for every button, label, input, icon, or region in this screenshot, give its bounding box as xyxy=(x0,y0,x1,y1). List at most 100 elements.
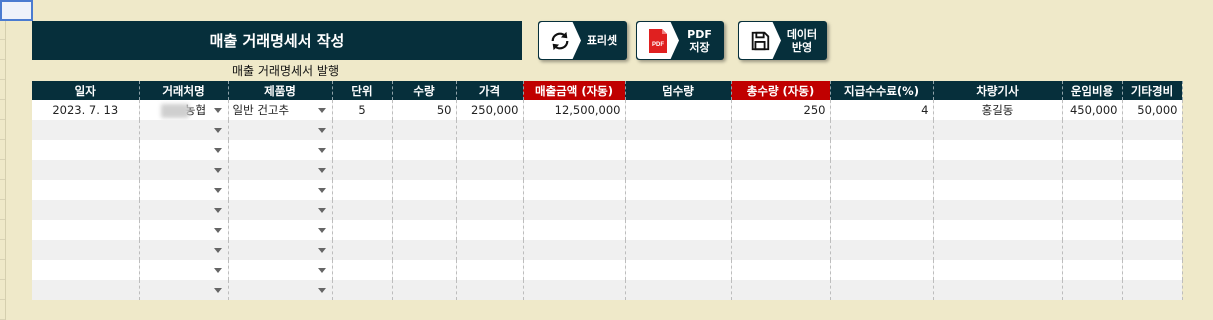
cell-client[interactable] xyxy=(139,280,229,300)
col-header-bonus-qty[interactable]: 덤수량 xyxy=(625,81,732,100)
cell-total-qty[interactable]: 250 xyxy=(731,100,831,120)
cell-freight[interactable] xyxy=(1062,280,1123,300)
cell-driver[interactable] xyxy=(933,220,1063,240)
cell-fee[interactable] xyxy=(830,280,934,300)
col-header-product[interactable]: 제품명 xyxy=(228,81,333,100)
cell-qty[interactable]: 50 xyxy=(392,100,457,120)
cell-bonus-qty[interactable] xyxy=(625,100,732,120)
cell-unit[interactable] xyxy=(332,180,393,200)
cell-qty[interactable] xyxy=(392,200,457,220)
col-header-other[interactable]: 기타경비 xyxy=(1122,81,1183,100)
cell-client[interactable] xyxy=(139,200,229,220)
cell-date[interactable] xyxy=(32,200,140,220)
cell-other[interactable] xyxy=(1122,160,1183,180)
cell-driver[interactable] xyxy=(933,160,1063,180)
cell-other[interactable] xyxy=(1122,260,1183,280)
cell-fee[interactable] xyxy=(830,140,934,160)
cell-freight[interactable] xyxy=(1062,200,1123,220)
col-header-freight[interactable]: 운임비용 xyxy=(1062,81,1123,100)
cell-qty[interactable] xyxy=(392,260,457,280)
cell-fee[interactable] xyxy=(830,220,934,240)
cell-unit[interactable] xyxy=(332,200,393,220)
col-header-client[interactable]: 거래처명 xyxy=(139,81,229,100)
cell-price[interactable] xyxy=(456,160,524,180)
cell-other[interactable]: 50,000 xyxy=(1122,100,1183,120)
cell-price[interactable] xyxy=(456,200,524,220)
cell-sales[interactable] xyxy=(523,200,626,220)
cell-date[interactable] xyxy=(32,120,140,140)
cell-driver[interactable] xyxy=(933,280,1063,300)
cell-bonus-qty[interactable] xyxy=(625,120,732,140)
cell-total-qty[interactable] xyxy=(731,260,831,280)
cell-freight[interactable] xyxy=(1062,120,1123,140)
cell-price[interactable]: 250,000 xyxy=(456,100,524,120)
cell-total-qty[interactable] xyxy=(731,220,831,240)
col-header-fee[interactable]: 지급수수료(%) xyxy=(830,81,934,100)
cell-unit[interactable] xyxy=(332,280,393,300)
cell-product[interactable] xyxy=(228,180,333,200)
cell-date[interactable] xyxy=(32,240,140,260)
reset-table-button[interactable]: 표리셋 xyxy=(538,21,627,60)
cell-product[interactable] xyxy=(228,120,333,140)
cell-qty[interactable] xyxy=(392,180,457,200)
cell-other[interactable] xyxy=(1122,240,1183,260)
cell-bonus-qty[interactable] xyxy=(625,280,732,300)
cell-unit[interactable] xyxy=(332,140,393,160)
cell-qty[interactable] xyxy=(392,220,457,240)
cell-driver[interactable]: 홍길동 xyxy=(933,100,1063,120)
cell-product[interactable] xyxy=(228,220,333,240)
selected-cell[interactable] xyxy=(0,0,33,21)
cell-sales[interactable] xyxy=(523,260,626,280)
cell-freight[interactable] xyxy=(1062,160,1123,180)
cell-fee[interactable] xyxy=(830,200,934,220)
cell-sales[interactable] xyxy=(523,220,626,240)
cell-product[interactable] xyxy=(228,140,333,160)
col-header-total-qty-auto[interactable]: 총수량 (자동) xyxy=(731,81,831,100)
cell-total-qty[interactable] xyxy=(731,160,831,180)
cell-price[interactable] xyxy=(456,140,524,160)
cell-qty[interactable] xyxy=(392,280,457,300)
cell-date[interactable] xyxy=(32,140,140,160)
cell-bonus-qty[interactable] xyxy=(625,160,732,180)
col-header-date[interactable]: 일자 xyxy=(32,81,140,100)
cell-product[interactable] xyxy=(228,160,333,180)
cell-total-qty[interactable] xyxy=(731,180,831,200)
cell-client[interactable] xyxy=(139,180,229,200)
cell-bonus-qty[interactable] xyxy=(625,200,732,220)
apply-data-button[interactable]: 데이터 반영 xyxy=(738,21,827,60)
col-header-price[interactable]: 가격 xyxy=(456,81,524,100)
cell-fee[interactable] xyxy=(830,160,934,180)
cell-sales[interactable] xyxy=(523,120,626,140)
cell-unit[interactable] xyxy=(332,120,393,140)
cell-unit[interactable] xyxy=(332,260,393,280)
cell-unit[interactable]: 5 xyxy=(332,100,393,120)
cell-price[interactable] xyxy=(456,220,524,240)
cell-freight[interactable] xyxy=(1062,180,1123,200)
cell-total-qty[interactable] xyxy=(731,120,831,140)
cell-other[interactable] xyxy=(1122,140,1183,160)
cell-price[interactable] xyxy=(456,260,524,280)
cell-date[interactable] xyxy=(32,180,140,200)
cell-bonus-qty[interactable] xyxy=(625,140,732,160)
cell-price[interactable] xyxy=(456,120,524,140)
cell-date[interactable]: 2023. 7. 13 xyxy=(32,100,140,120)
cell-price[interactable] xyxy=(456,280,524,300)
cell-sales[interactable] xyxy=(523,240,626,260)
cell-product[interactable]: 일반 건고추 xyxy=(228,100,333,120)
cell-bonus-qty[interactable] xyxy=(625,260,732,280)
cell-bonus-qty[interactable] xyxy=(625,180,732,200)
cell-product[interactable] xyxy=(228,240,333,260)
cell-bonus-qty[interactable] xyxy=(625,240,732,260)
cell-driver[interactable] xyxy=(933,260,1063,280)
cell-other[interactable] xyxy=(1122,200,1183,220)
col-header-unit[interactable]: 단위 xyxy=(332,81,393,100)
cell-unit[interactable] xyxy=(332,220,393,240)
cell-total-qty[interactable] xyxy=(731,240,831,260)
cell-price[interactable] xyxy=(456,240,524,260)
cell-total-qty[interactable] xyxy=(731,200,831,220)
cell-sales[interactable] xyxy=(523,280,626,300)
cell-driver[interactable] xyxy=(933,200,1063,220)
cell-other[interactable] xyxy=(1122,280,1183,300)
cell-freight[interactable] xyxy=(1062,260,1123,280)
cell-fee[interactable] xyxy=(830,120,934,140)
